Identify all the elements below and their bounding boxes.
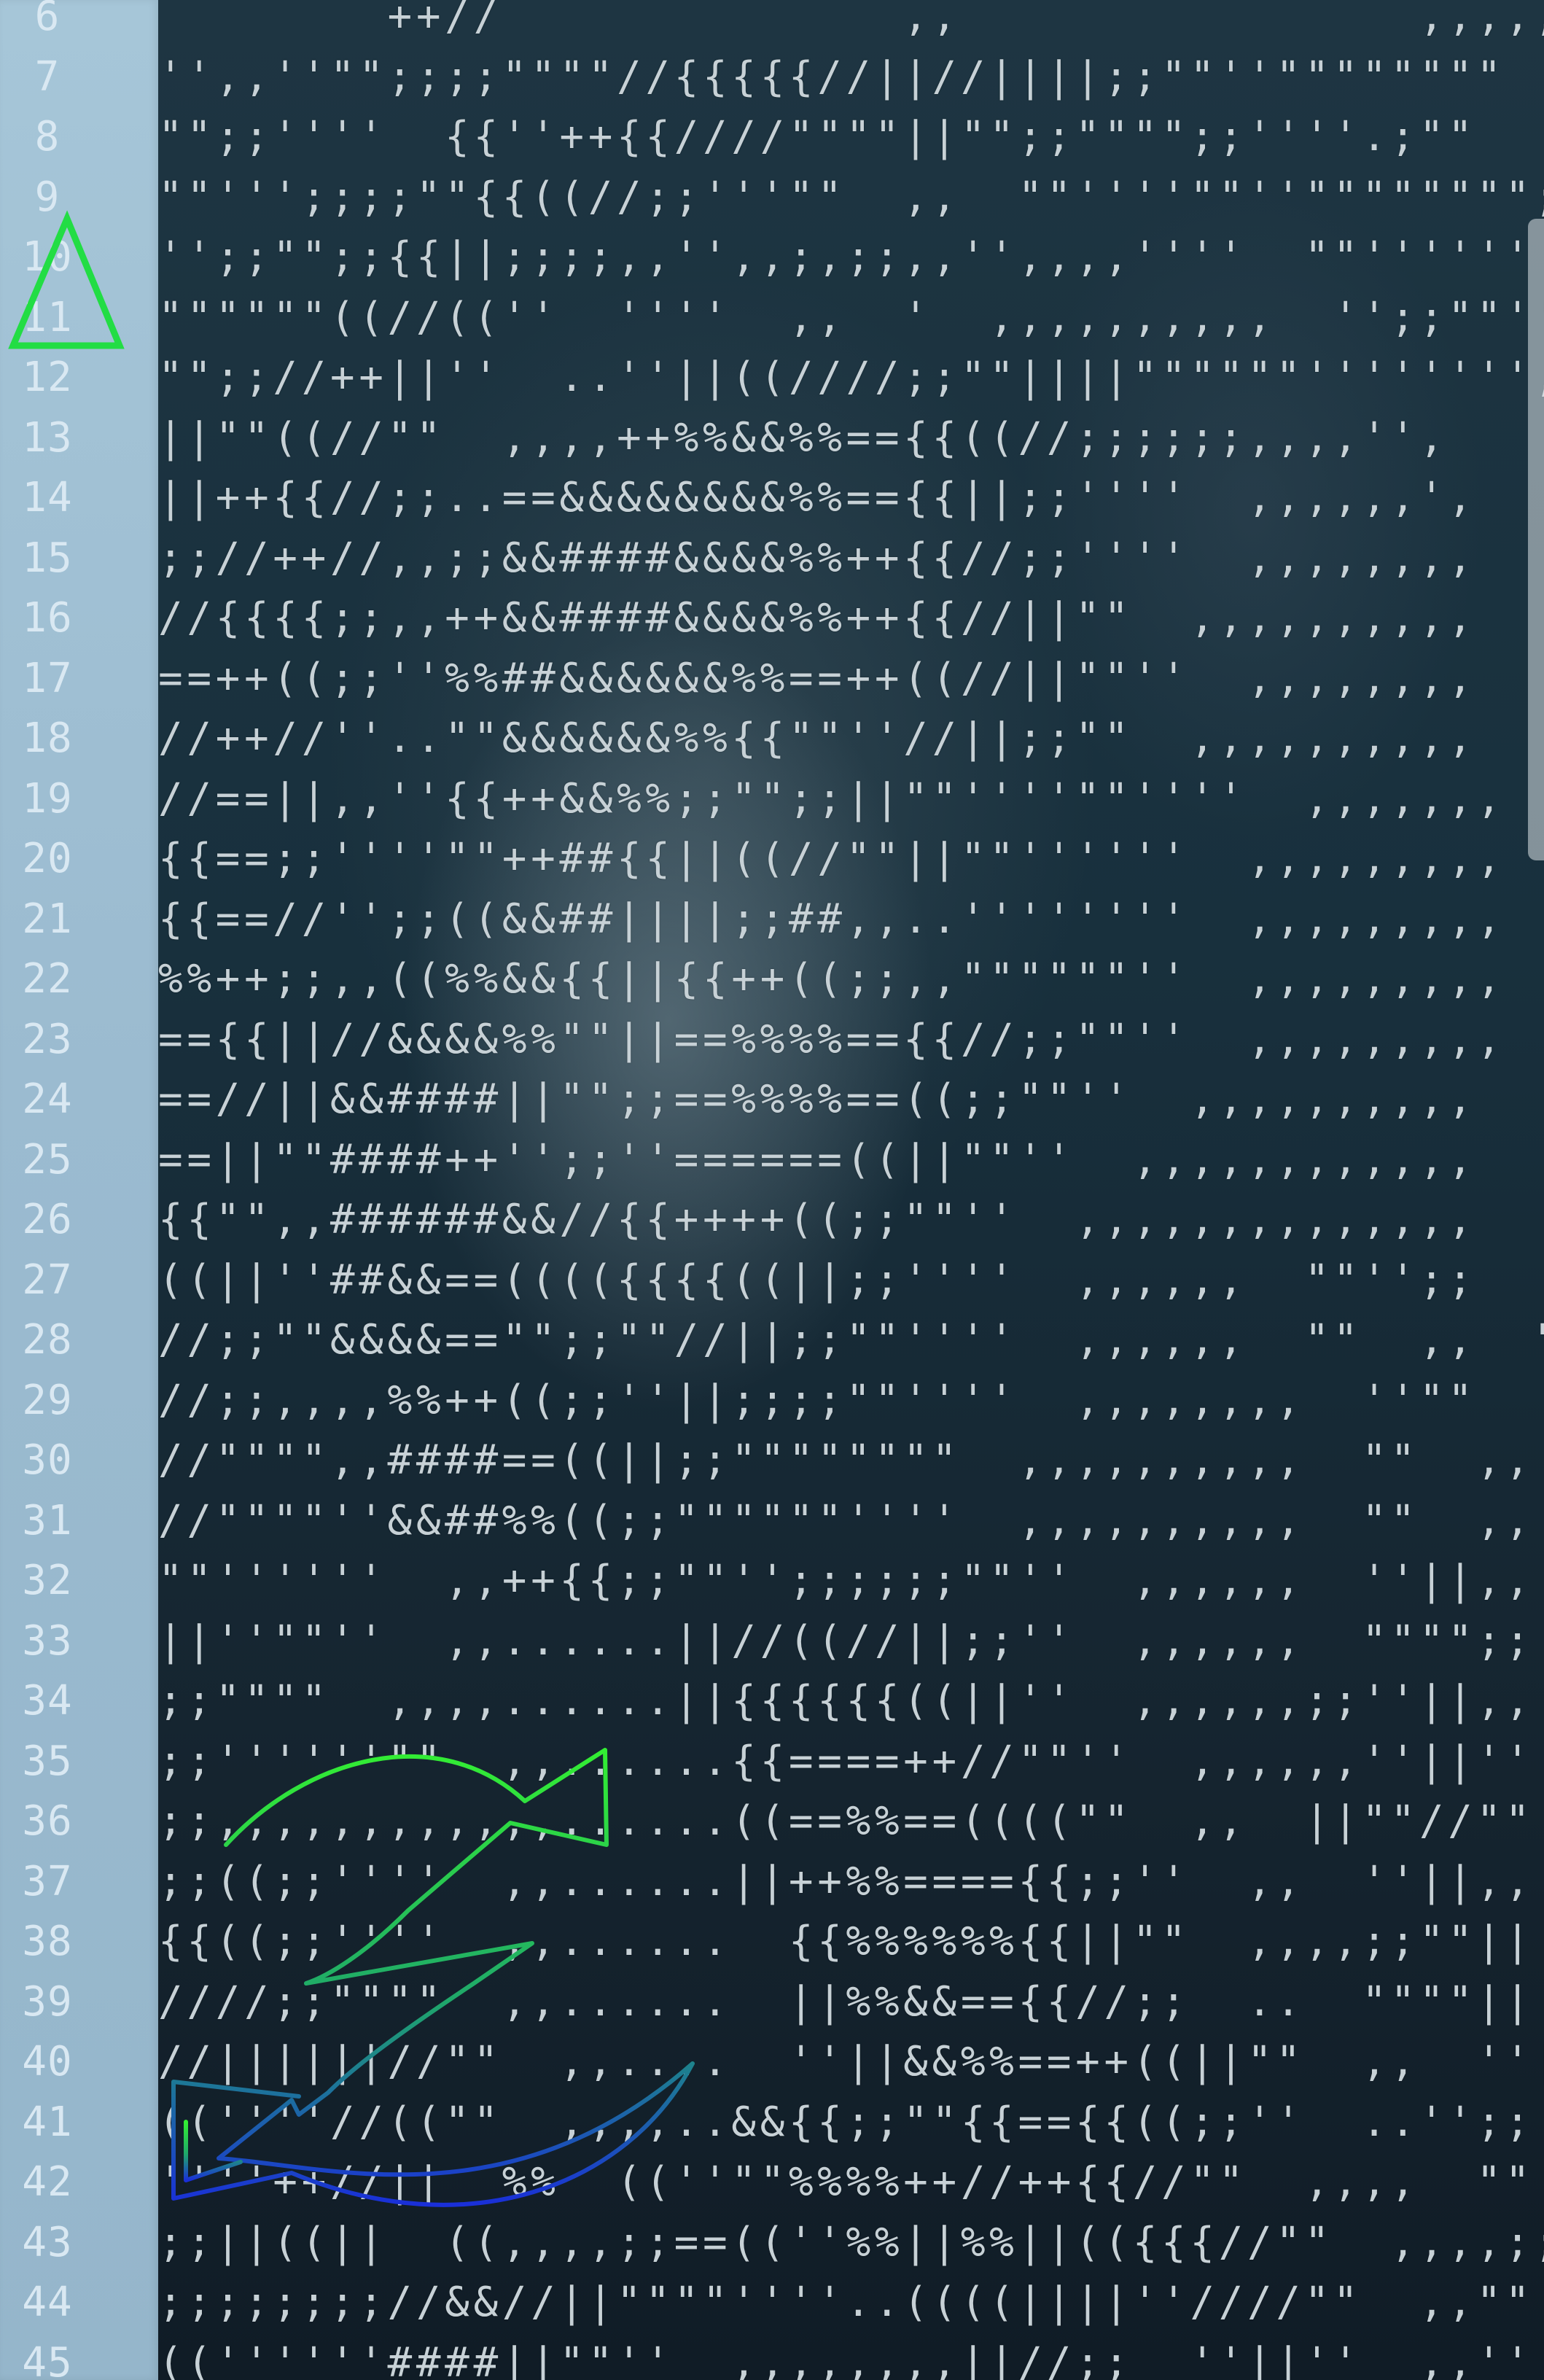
line-number: 42 [22,2158,73,2206]
line-number: 27 [22,1256,73,1304]
line-number: 29 [22,1376,73,1424]
line-number: 7 [34,52,61,101]
code-line[interactable]: ;;,,,,,,,,,,,,......((==%%==(((("" ,, ||… [158,1792,1544,1852]
code-line[interactable]: ++// ,, ,,,,,, [158,0,1544,47]
code-line[interactable]: ;;''''''"" ,,......{{====++//""'' ,,,,,,… [158,1732,1544,1792]
code-line[interactable]: %%++;;,,((%%&&{{||{{++((;;,,""""""'' ,,,… [158,949,1544,1010]
code-line[interactable]: {{((;;'''' ,,...... {{%%%%%%{{||"" ,,,,;… [158,1912,1544,1972]
line-number: 32 [22,1557,73,1604]
code-line[interactable]: "";;'''' {{''++{{////""""||"";;"""";;'''… [158,107,1544,168]
code-line[interactable]: ==//||&&####||"";;==%%%%==((;;""'' ,,,,,… [158,1070,1544,1130]
line-number: 25 [22,1135,73,1183]
line-number: 22 [22,955,73,1003]
line-number: 40 [22,2038,73,2085]
code-line[interactable]: {{==;;''''""++##{{||((//""||""'''''' ,,,… [158,829,1544,890]
line-number: 43 [22,2218,73,2266]
line-number: 39 [22,1978,73,2026]
code-line[interactable]: //++//''..""&&&&&&%%{{""''//||;;"" ,,,,,… [158,709,1544,769]
line-number: 9 [34,173,61,221]
code-line[interactable]: ""''';;;;""{{((//;;'''"" ,, ""''''""''""… [158,168,1544,228]
code-line[interactable]: ||""((//"" ,,,,++%%&&%%=={{((//;;;;;;,,,… [158,408,1544,469]
code-line[interactable]: ;;"""" ,,,,......||{{{{{{((||'' ,,,,,,;;… [158,1671,1544,1732]
code-line[interactable]: ||++{{//;;..==&&&&&&&&%%=={{||;;'''' ,,,… [158,468,1544,529]
line-number: 33 [22,1617,73,1665]
line-number-gutter: 6 7 8 9 10 11 12 13 14 15 16 17 18 19 20 21 22 23 24 25 26 27… [0,0,158,2380]
line-number: 26 [22,1196,73,1243]
code-line[interactable]: ==||""####++'';;''======((||""'' ,,,,,,,… [158,1130,1544,1191]
line-number: 12 [22,354,73,401]
code-line[interactable]: ((''''//(("" ,,,,..&&{{;;""{{=={{((;;'' … [158,2093,1544,2153]
code-line[interactable]: ((||''##&&==(((({{{{((||;;'''' ,,,,,, ""… [158,1251,1544,1311]
code-line[interactable]: ||''""'' ,,......||//((//||;;'' ,,,,,, "… [158,1611,1544,1672]
code-line[interactable]: =={{||//&&&&%%""||==%%%%=={{//;;""'' ,,,… [158,1010,1544,1070]
code-line[interactable]: {{==//'';;((&&##||||;;##,,..'''''''' ,,,… [158,890,1544,950]
line-number: 31 [22,1496,73,1544]
code-line[interactable]: """"""((//(('' '''' ,, ' ,,,,,,,,,, '';;… [158,288,1544,349]
line-number: 16 [22,594,73,642]
line-number: 6 [34,0,61,40]
code-line[interactable]: ((''''''####||""'' ,,,,,,,,||//;; ''||''… [158,2333,1544,2380]
code-line[interactable]: "";;//++||'' ..''||((////;;""||||""""""'… [158,348,1544,408]
code-line[interactable]: ''''++//|| %% ((''""%%%%++//++{{//"" ,,,… [158,2152,1544,2213]
line-number: 20 [22,835,73,882]
code-line[interactable]: //;;""&&&&=="";;""//||;;""'''' ,,,,,, ""… [158,1310,1544,1371]
code-line[interactable]: //;;,,,,%%++((;;''||;;;;""'''' ,,,,,,,, … [158,1371,1544,1431]
code-line[interactable]: '';;"";;{{||;;;;,,'',,;,;;,,'',,,,'''' "… [158,228,1544,288]
code-line[interactable]: ;;;;;;;;//&&//||""""''''..((((||||''////… [158,2273,1544,2333]
code-line[interactable]: //"""",,####==((||;;"""""""" ,,,,,,,,,, … [158,1431,1544,1491]
code-line[interactable]: ;;||((|| ((,,,,;;==((''%%||%%||(({{{//""… [158,2213,1544,2274]
line-number: 30 [22,1436,73,1484]
line-number: 18 [22,715,73,762]
line-number: 44 [22,2279,73,2326]
code-editor-area[interactable]: ++// ,, ,,,,,, '',,''"";;;;""""//{{{{{//|… [158,0,1544,2380]
line-number: 35 [22,1737,73,1785]
code-line[interactable]: '',,''"";;;;""""//{{{{{//||//||||;;""''"… [158,47,1544,108]
line-number: 28 [22,1316,73,1364]
line-number: 14 [22,474,73,521]
line-number: 11 [22,293,73,341]
line-number: 41 [22,2098,73,2146]
line-number: 10 [22,233,73,281]
code-line[interactable]: //||||||//"" ,,.... ''||&&%%==++((||"" ,… [158,2032,1544,2093]
code-line[interactable]: {{"",,######&&//{{++++((;;""'' ,,,,,,,,,… [158,1190,1544,1251]
line-number: 21 [22,895,73,943]
code-line[interactable]: ////;;"""" ,,...... ||%%&&=={{//;; .. ""… [158,1972,1544,2033]
code-line[interactable]: ""'''''' ,,++{{;;""'';;;;;;""'' ,,,,,, '… [158,1551,1544,1611]
line-number: 45 [22,2338,73,2380]
line-number: 17 [22,654,73,702]
line-number: 38 [22,1918,73,1965]
line-number: 19 [22,774,73,822]
code-line[interactable]: //""""''&&##%%((;;""""""'''' ,,,,,,,,,, … [158,1491,1544,1552]
code-line[interactable]: ;;((;;'''' ,,......||++%%===={{;;'' ,, '… [158,1852,1544,1913]
code-line[interactable]: ==++((;;''%%##&&&&&&%%==++((//||""'' ,,,… [158,649,1544,709]
line-number: 23 [22,1015,73,1063]
line-number: 15 [22,534,73,582]
line-number: 24 [22,1076,73,1123]
code-line[interactable]: ;;//++//,,;;&&####&&&&%%++{{//;;'''' ,,,… [158,529,1544,589]
code-line[interactable]: //{{{{;;,,++&&####&&&&%%++{{//||"" ,,,,,… [158,588,1544,649]
vertical-scrollbar[interactable] [1528,219,1544,860]
line-number: 36 [22,1797,73,1845]
line-number: 8 [34,113,61,160]
editor-window: 6 7 8 9 10 11 12 13 14 15 16 17 18 19 20 21 22 23 24 25 26 27… [0,0,1544,2380]
line-number: 13 [22,413,73,462]
line-number: 37 [22,1857,73,1905]
code-line[interactable]: //==||,,''{{++&&%%;;"";;||""''''""'''' ,… [158,769,1544,830]
line-number: 34 [22,1677,73,1724]
